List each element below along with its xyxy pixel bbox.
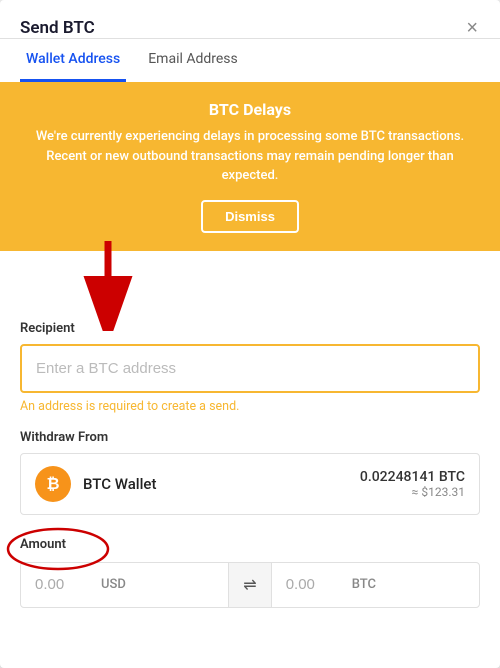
down-arrow-icon (68, 241, 148, 331)
amount-usd-field: USD (21, 564, 228, 605)
usd-currency-label: USD (101, 577, 126, 592)
wallet-name: BTC Wallet (83, 475, 156, 493)
wallet-usd-balance: ≈ $123.31 (360, 485, 465, 499)
tab-bar: Wallet Address Email Address (0, 39, 500, 82)
wallet-left: ₿ BTC Wallet (35, 466, 156, 502)
close-button[interactable]: × (464, 18, 480, 38)
amount-usd-input[interactable] (31, 564, 101, 605)
dismiss-button[interactable]: Dismiss (201, 200, 299, 233)
wallet-row[interactable]: ₿ BTC Wallet 0.02248141 BTC ≈ $123.31 (20, 453, 480, 515)
alert-body: We're currently experiencing delays in p… (24, 127, 476, 186)
amount-btc-input[interactable] (282, 564, 352, 605)
btc-icon: ₿ (35, 466, 71, 502)
amount-label: Amount (20, 537, 66, 552)
recipient-error: An address is required to create a send. (20, 399, 480, 414)
modal-title: Send BTC (20, 18, 95, 38)
send-btc-modal: Send BTC × Wallet Address Email Address … (0, 0, 500, 668)
tab-wallet-address[interactable]: Wallet Address (20, 39, 126, 82)
modal-header: Send BTC × (0, 0, 500, 39)
alert-banner: BTC Delays We're currently experiencing … (0, 82, 500, 251)
tab-email-address[interactable]: Email Address (142, 39, 244, 82)
wallet-btc-balance: 0.02248141 BTC (360, 469, 465, 485)
amount-inputs: USD ⇌ BTC (20, 562, 480, 608)
amount-btc-field: BTC (272, 564, 479, 605)
wallet-balance: 0.02248141 BTC ≈ $123.31 (360, 469, 465, 499)
withdraw-label: Withdraw From (20, 430, 480, 445)
recipient-input[interactable] (20, 344, 480, 393)
btc-currency-label: BTC (352, 577, 376, 592)
swap-currency-button[interactable]: ⇌ (228, 563, 271, 607)
alert-title: BTC Delays (24, 100, 476, 119)
